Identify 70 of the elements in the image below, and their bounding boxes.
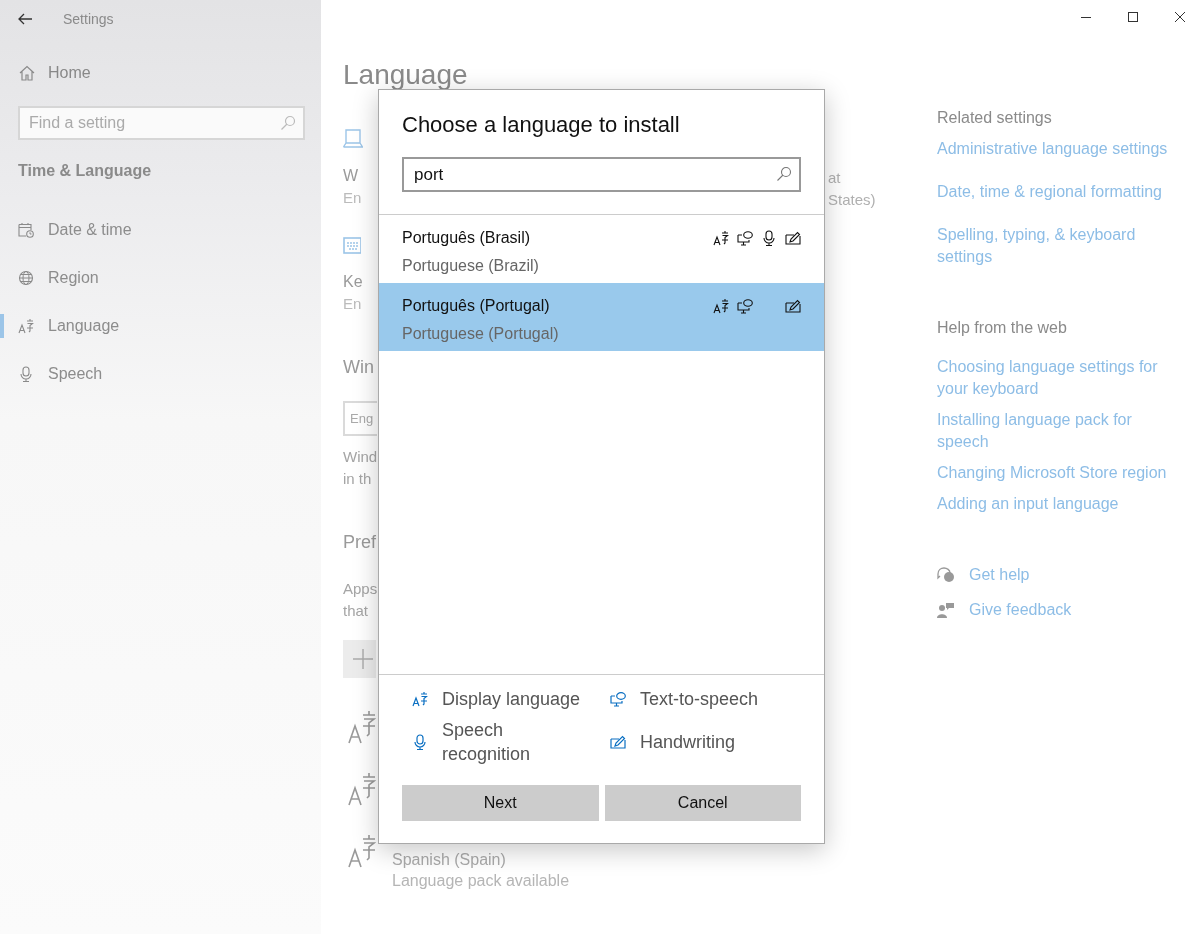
language-english-name: Portuguese (Portugal): [402, 324, 559, 344]
back-arrow-icon[interactable]: [18, 13, 32, 25]
description-text: Apps: [343, 579, 378, 599]
feedback-person-icon: [937, 602, 955, 618]
maximize-icon[interactable]: [1127, 11, 1139, 23]
page-title: Language: [343, 58, 468, 92]
setting-value: En: [343, 294, 362, 314]
section-heading: Win: [343, 356, 374, 379]
search-field[interactable]: Find a setting: [18, 106, 305, 140]
search-icon: [280, 115, 296, 131]
settings-link[interactable]: Spelling, typing, & keyboard settings: [937, 224, 1182, 268]
window-title: Settings: [63, 11, 114, 27]
language-search-field[interactable]: port: [402, 157, 801, 192]
language-icon: [348, 834, 376, 868]
globe-icon: [18, 270, 34, 286]
settings-link[interactable]: Administrative language settings: [937, 138, 1168, 160]
close-icon[interactable]: [1174, 11, 1186, 23]
nav-item[interactable]: Region: [0, 266, 321, 290]
language-name: Português (Brasil): [402, 228, 532, 248]
legend-label: Speech recognition: [442, 719, 532, 766]
keyboard-icon: [343, 236, 361, 256]
language-icon: [18, 318, 34, 334]
legend-label: Handwriting: [640, 731, 736, 754]
microphone-icon: [18, 366, 34, 382]
pen-box-icon: [610, 734, 626, 750]
help-link[interactable]: Adding an input language: [937, 493, 1119, 515]
settings-link[interactable]: Date, time & regional formatting: [937, 181, 1162, 203]
laptop-icon: [343, 128, 363, 150]
legend-label: Text-to-speech: [640, 688, 759, 711]
help-chat-icon: [937, 567, 955, 583]
help-heading: Help from the web: [937, 318, 1067, 338]
language-english-name: Portuguese (Brazil): [402, 256, 539, 276]
setting-name: W: [343, 166, 359, 186]
nav-item[interactable]: Language: [0, 314, 321, 338]
nav-item[interactable]: Date & time: [0, 218, 321, 242]
setting-name: Ke: [343, 272, 363, 292]
monitor-speech-icon: [610, 691, 626, 707]
calendar-icon: [18, 222, 34, 238]
plus-icon: [353, 649, 373, 669]
setting-value: En: [343, 188, 362, 208]
related-settings-heading: Related settings: [937, 108, 1052, 128]
microphone-icon: [412, 734, 428, 750]
cancel-button[interactable]: Cancel: [604, 785, 801, 821]
help-action-link[interactable]: Give feedback: [969, 599, 1072, 621]
help-link[interactable]: Choosing language settings for your keyboard: [937, 356, 1182, 400]
language-name: Spanish (Spain): [392, 850, 507, 870]
next-button[interactable]: Next: [402, 785, 599, 821]
help-link[interactable]: Installing language pack for speech: [937, 409, 1182, 453]
help-link[interactable]: Changing Microsoft Store region: [937, 462, 1167, 484]
description-text: Wind: [343, 447, 378, 467]
description-text: that: [343, 601, 369, 621]
language-icon: [348, 772, 376, 806]
search-icon: [776, 166, 792, 182]
legend-label: Display language: [442, 688, 581, 711]
setting-value: at: [828, 168, 842, 188]
language-name: Português (Portugal): [402, 296, 551, 316]
setting-value: States): [828, 190, 877, 210]
dialog-title: Choose a language to install: [402, 111, 681, 139]
language-row[interactable]: Português (Brasil) Portuguese (Brazil): [379, 215, 824, 283]
language-row[interactable]: Português (Portugal) Portuguese (Portugal): [379, 283, 824, 351]
language-icon: [348, 710, 376, 744]
home-icon: [19, 65, 35, 81]
nav-item[interactable]: Speech: [0, 362, 321, 386]
description-text: in th: [343, 469, 372, 489]
language-status: Language pack available: [392, 871, 570, 891]
display-language-icon: [412, 691, 428, 707]
home-link[interactable]: Home: [48, 64, 91, 82]
section-title: Time & Language: [18, 161, 153, 181]
help-action-link[interactable]: Get help: [969, 564, 1030, 586]
section-heading: Pref: [343, 531, 376, 554]
